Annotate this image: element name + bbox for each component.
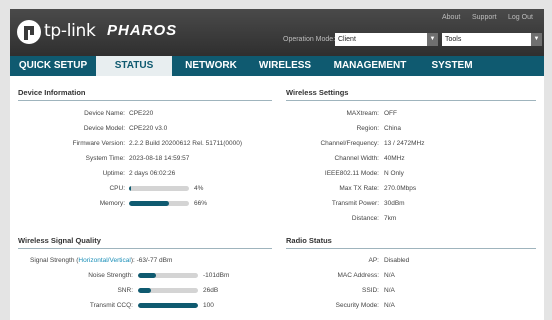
security-mode-label: Security Mode:	[335, 302, 379, 309]
tab-network[interactable]: NETWORK	[172, 56, 250, 76]
system-time-value: 2023-08-18 14:59:57	[129, 155, 190, 162]
transmit-ccq-value: 100	[203, 302, 214, 309]
device-name-label: Device Name:	[84, 110, 125, 117]
transmit-ccq-label: Transmit CCQ:	[89, 302, 133, 309]
memory-usage-fill	[129, 201, 169, 206]
memory-usage-bar	[129, 201, 189, 206]
system-time-label: System Time:	[85, 155, 125, 162]
snr-value: 26dB	[203, 287, 219, 294]
noise-strength-value: -101dBm	[203, 272, 230, 279]
maxtream-value: OFF	[384, 110, 397, 117]
channel-width-value: 40MHz	[384, 155, 405, 162]
ap-label: AP:	[368, 257, 379, 264]
cpu-value: 4%	[194, 185, 204, 192]
channel-label: Channel/Frequency:	[320, 140, 379, 147]
wireless-settings-title: Wireless Settings	[286, 88, 536, 101]
tools-value: Tools	[445, 36, 462, 43]
device-info-title: Device Information	[18, 88, 272, 101]
snr-label: SNR:	[117, 287, 133, 294]
ap-value: Disabled	[384, 257, 410, 264]
radio-status-title: Radio Status	[286, 236, 536, 249]
device-model-value: CPE220 v3.0	[129, 125, 168, 132]
brand-name: tp-link	[44, 21, 96, 41]
status-content: Device Information Device Name: CPE220 D…	[10, 76, 544, 320]
tab-wireless[interactable]: WIRELESS	[250, 56, 320, 76]
tab-management[interactable]: MANAGEMENT	[320, 56, 420, 76]
tools-select[interactable]: Tools ▼	[442, 33, 542, 46]
signal-strength-suffix: ):	[130, 257, 135, 264]
uptime-value: 2 days 06:02:26	[129, 170, 176, 177]
noise-strength-label: Noise Strength:	[88, 272, 133, 279]
max-tx-rate-value: 270.0Mbps	[384, 185, 417, 192]
max-tx-rate-label: Max TX Rate:	[339, 185, 379, 192]
ieee-mode-value: N Only	[384, 170, 404, 177]
uptime-label: Uptime:	[102, 170, 125, 177]
region-label: Region:	[356, 125, 379, 132]
mac-address-label: MAC Address:	[337, 272, 379, 279]
device-model-label: Device Model:	[83, 125, 125, 132]
maxtream-label: MAXtream:	[346, 110, 379, 117]
noise-strength-fill	[138, 273, 156, 278]
memory-value: 66%	[194, 200, 208, 207]
noise-strength-bar	[138, 273, 198, 278]
chevron-down-icon: ▼	[427, 33, 438, 46]
operation-mode-value: Client	[338, 36, 356, 43]
transmit-power-value: 30dBm	[384, 200, 405, 207]
transmit-power-label: Transmit Power:	[331, 200, 379, 207]
cpu-usage-fill	[129, 186, 132, 191]
channel-width-label: Channel Width:	[334, 155, 379, 162]
operation-mode-select[interactable]: Client ▼	[335, 33, 438, 46]
tab-quick-setup[interactable]: QUICK SETUP	[10, 56, 96, 76]
signal-strength-prefix: Signal Strength (	[30, 257, 79, 264]
ieee-mode-label: IEEE802.11 Mode:	[324, 170, 379, 177]
logout-link[interactable]: Log Out	[508, 14, 533, 21]
distance-label: Distance:	[351, 215, 379, 222]
cpu-label: CPU:	[109, 185, 125, 192]
product-name: PHAROS	[107, 22, 178, 39]
main-nav: QUICK SETUP STATUS NETWORK WIRELESS MANA…	[10, 56, 544, 76]
header-bar: tp-link PHAROS About Support Log Out Ope…	[10, 9, 544, 56]
distance-value: 7km	[384, 215, 397, 222]
signal-strength-value: -63/-77 dBm	[136, 257, 173, 264]
transmit-ccq-fill	[138, 303, 198, 308]
signal-strength-link[interactable]: Horizontal/Vertical	[78, 257, 130, 264]
about-link[interactable]: About	[442, 14, 460, 21]
ssid-value: N/A	[384, 287, 395, 294]
signal-strength-row: Signal Strength (Horizontal/Vertical): -…	[30, 256, 172, 266]
ssid-label: SSID:	[362, 287, 379, 294]
security-mode-value: N/A	[384, 302, 395, 309]
firmware-label: Firmware Version:	[72, 140, 125, 147]
support-link[interactable]: Support	[472, 14, 497, 21]
firmware-value: 2.2.2 Build 20200612 Rel. 51711(0000)	[129, 140, 242, 147]
transmit-ccq-bar	[138, 303, 198, 308]
channel-value: 13 / 2472MHz	[384, 140, 425, 147]
signal-quality-title: Wireless Signal Quality	[18, 236, 272, 249]
tp-link-logo-icon	[17, 20, 41, 44]
app-window: tp-link PHAROS About Support Log Out Ope…	[10, 9, 544, 320]
mac-address-value: N/A	[384, 272, 395, 279]
chevron-down-icon: ▼	[531, 33, 542, 46]
tab-system[interactable]: SYSTEM	[420, 56, 484, 76]
memory-label: Memory:	[99, 200, 125, 207]
operation-mode-label: Operation Mode:	[283, 36, 336, 43]
region-value: China	[384, 125, 401, 132]
tab-status[interactable]: STATUS	[96, 56, 172, 76]
cpu-usage-bar	[129, 186, 189, 191]
device-name-value: CPE220	[129, 110, 154, 117]
snr-fill	[138, 288, 152, 293]
snr-bar	[138, 288, 198, 293]
